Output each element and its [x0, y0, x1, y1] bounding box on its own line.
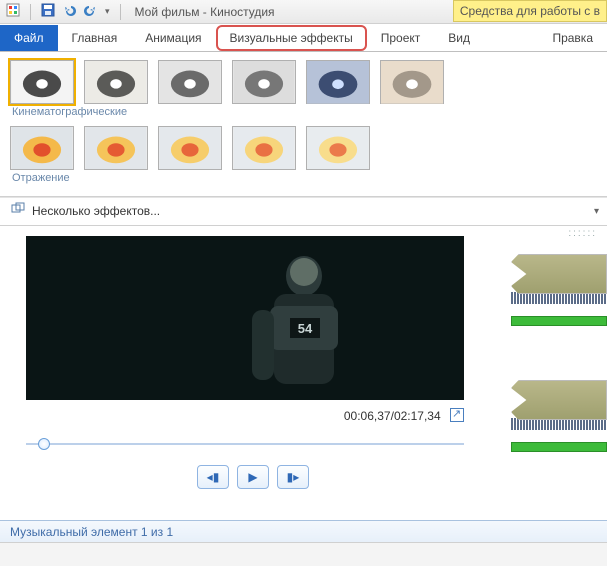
- play-button[interactable]: ▶: [237, 465, 269, 489]
- tab-view[interactable]: Вид: [434, 25, 484, 51]
- playback-controls: ◂▮ ▶ ▮▸: [26, 465, 480, 489]
- multiple-effects-icon: [10, 202, 26, 219]
- qat-dropdown-icon[interactable]: ▾: [105, 6, 110, 17]
- clip-video-strip: [511, 380, 607, 420]
- prev-frame-button[interactable]: ◂▮: [197, 465, 229, 489]
- save-icon[interactable]: [41, 3, 55, 20]
- svg-text:54: 54: [298, 321, 313, 336]
- effect-thumb[interactable]: [158, 126, 222, 170]
- effect-thumb[interactable]: [232, 60, 296, 104]
- timeline-clip[interactable]: [511, 254, 607, 318]
- tab-project[interactable]: Проект: [367, 25, 435, 51]
- clip-audio-strip: [511, 316, 607, 326]
- multiple-effects-item[interactable]: Несколько эффектов...: [0, 197, 607, 226]
- effect-thumb[interactable]: [158, 60, 222, 104]
- seek-slider[interactable]: [26, 433, 464, 455]
- effect-thumb[interactable]: [380, 60, 444, 104]
- effect-thumb[interactable]: [10, 60, 74, 104]
- tab-visual-effects[interactable]: Визуальные эффекты: [216, 25, 367, 51]
- current-time: 00:06,37: [344, 409, 391, 423]
- effect-thumb[interactable]: [232, 126, 296, 170]
- effect-thumb[interactable]: [306, 126, 370, 170]
- timeline-clip[interactable]: [511, 380, 607, 444]
- separator: [30, 4, 31, 20]
- tab-edit[interactable]: Правка: [538, 25, 607, 51]
- effect-thumb[interactable]: [84, 126, 148, 170]
- effects-gallery: Кинематографические Отражение: [0, 52, 607, 197]
- status-bar: Музыкальный элемент 1 из 1: [0, 520, 607, 542]
- multiple-effects-label: Несколько эффектов...: [32, 204, 160, 218]
- timeline[interactable]: [511, 254, 607, 506]
- effect-thumb[interactable]: [306, 60, 370, 104]
- fullscreen-icon[interactable]: [450, 408, 464, 422]
- status-text: Музыкальный элемент 1 из 1: [10, 525, 173, 539]
- total-time: 02:17,34: [394, 409, 441, 423]
- tab-animation[interactable]: Анимация: [131, 25, 215, 51]
- seek-track: [26, 443, 464, 445]
- seek-thumb[interactable]: [38, 438, 50, 450]
- app-icon: [6, 3, 20, 20]
- undo-icon[interactable]: [61, 3, 77, 20]
- gallery-expand-icon[interactable]: ▾: [594, 206, 599, 217]
- effect-thumb[interactable]: [10, 126, 74, 170]
- playback-time: 00:06,37/02:17,34: [26, 408, 464, 423]
- window-title: Мой фильм - Киностудия: [135, 5, 275, 19]
- video-frame-content: 54: [234, 236, 374, 400]
- video-preview: 54: [26, 236, 464, 400]
- clip-audio-strip: [511, 442, 607, 452]
- title-bar: ▾ Мой фильм - Киностудия Средства для ра…: [0, 0, 607, 24]
- effect-thumb[interactable]: [84, 60, 148, 104]
- gallery-group-cinema: Кинематографические: [12, 106, 597, 118]
- contextual-tab[interactable]: Средства для работы с в: [453, 0, 607, 22]
- ribbon-tabs: Файл Главная Анимация Визуальные эффекты…: [0, 24, 607, 52]
- gallery-group-mirror: Отражение: [12, 172, 597, 184]
- redo-icon[interactable]: [83, 3, 99, 20]
- tab-file[interactable]: Файл: [0, 25, 58, 51]
- next-frame-button[interactable]: ▮▸: [277, 465, 309, 489]
- separator: [120, 4, 121, 20]
- panel-gripper[interactable]: ::::::: [568, 228, 597, 239]
- tab-home[interactable]: Главная: [58, 25, 132, 51]
- clip-video-strip: [511, 254, 607, 294]
- footer-bar: [0, 542, 607, 566]
